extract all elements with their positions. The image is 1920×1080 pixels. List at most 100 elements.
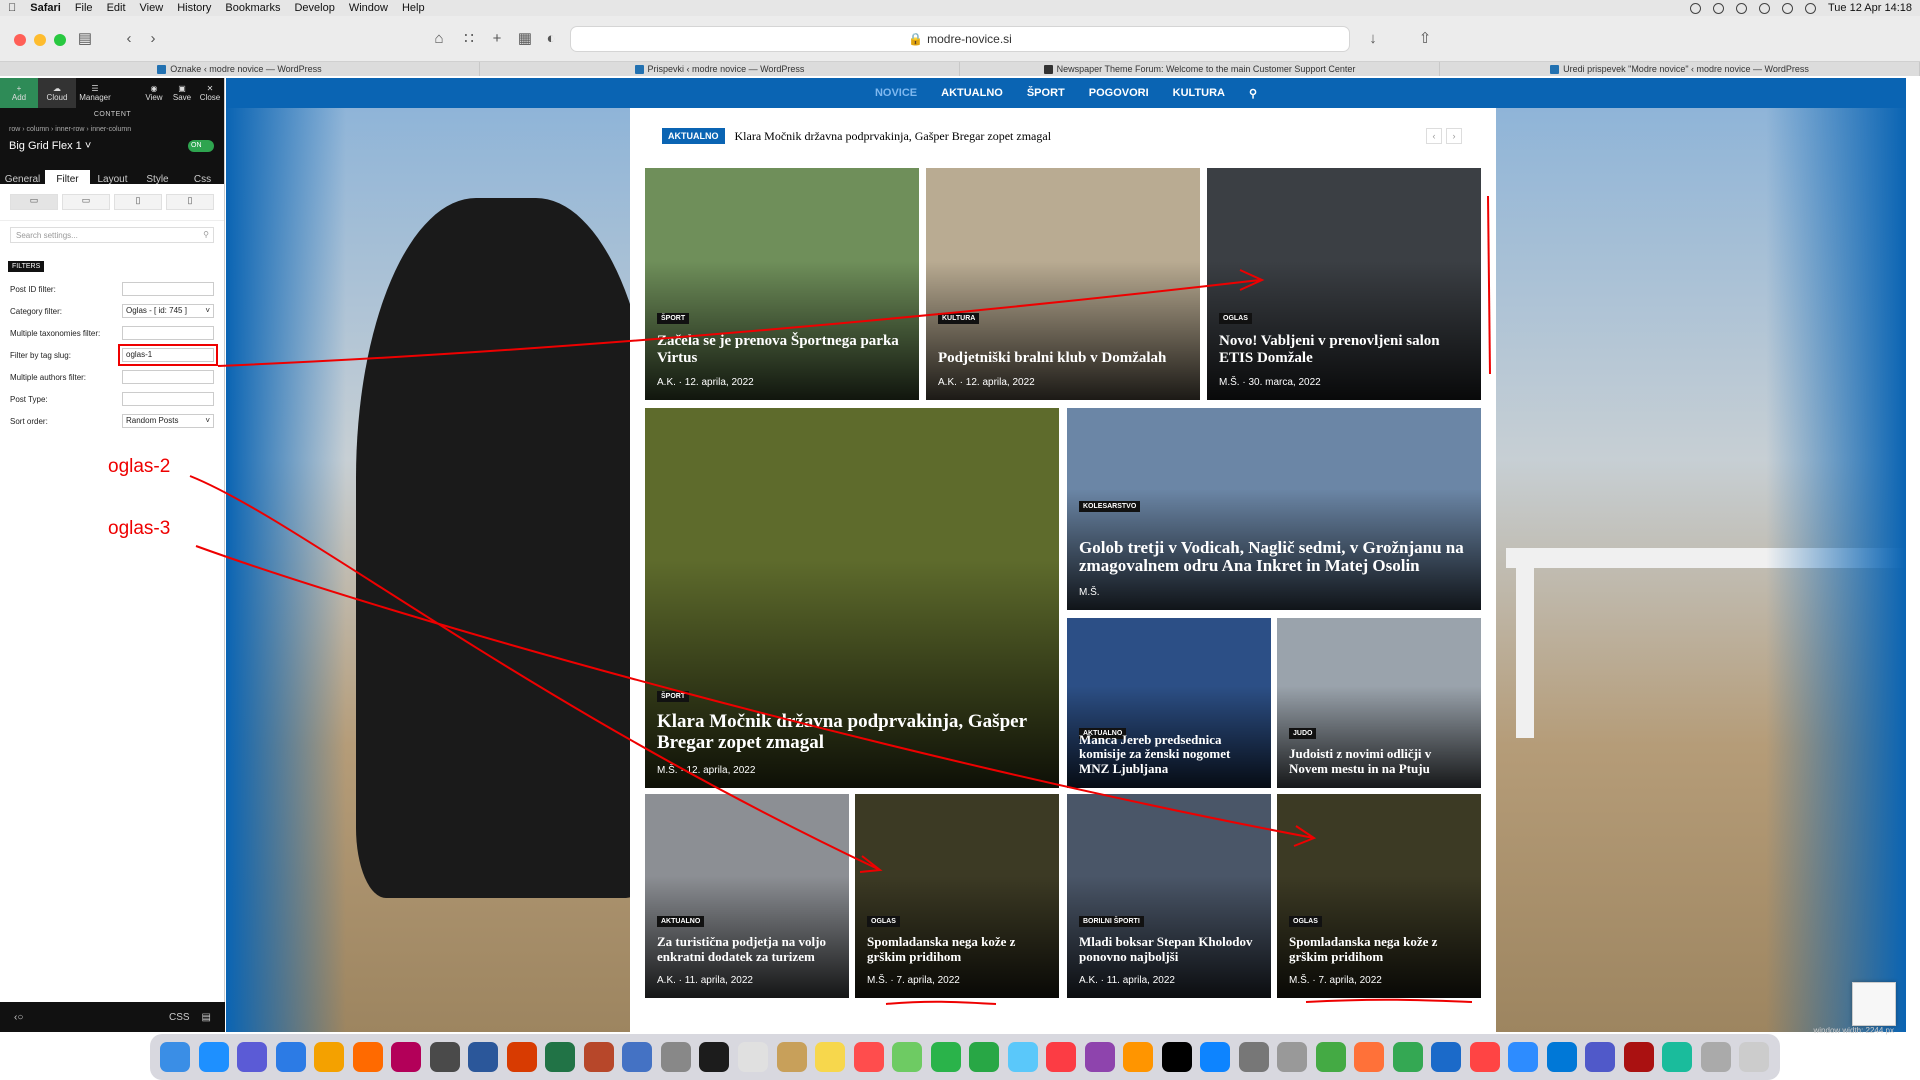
bluetooth-icon[interactable] [1759,2,1770,14]
tab-prispevki[interactable]: Prispevki ‹ modre novice — WordPress [480,62,960,76]
dock-app-icon[interactable] [275,1042,306,1072]
dock-app-icon[interactable] [622,1042,653,1072]
dock-app-icon[interactable] [1161,1042,1192,1072]
tab-oznake[interactable]: Oznake ‹ modre novice — WordPress [0,62,480,76]
panel-icon[interactable]: ▤ [202,1012,211,1023]
new-tab-icon[interactable]: + [486,28,508,50]
status-icon[interactable] [1736,2,1747,14]
tab-overview-icon[interactable]: ▦ [514,28,536,50]
dock-app-icon[interactable] [1354,1042,1385,1072]
dock-app-icon[interactable] [853,1042,884,1072]
menu-window[interactable]: Window [349,2,388,14]
wifi-icon[interactable] [1782,2,1793,14]
tablet-portrait-icon[interactable]: ▯ [114,194,162,210]
ticker-next-button[interactable]: › [1446,128,1462,144]
tab-uredi[interactable]: Uredi prispevek "Modre novice" ‹ modre n… [1440,62,1920,76]
grid-card[interactable]: AKTUALNO Za turistična podjetja na voljo… [645,794,849,998]
card-title[interactable]: Začela se je prenova Športnega parka Vir… [657,333,909,366]
tablet-landscape-icon[interactable]: ▭ [62,194,110,210]
dock-app-icon[interactable] [429,1042,460,1072]
dock-app-icon[interactable] [391,1042,422,1072]
apple-icon[interactable]:  [8,2,16,14]
view-button[interactable]: ◉ View [140,78,168,108]
download-icon[interactable]: ↓ [1362,28,1384,50]
desktop-icon[interactable]: ▭ [10,194,58,210]
nav-kultura[interactable]: KULTURA [1173,87,1225,99]
menu-help[interactable]: Help [402,2,425,14]
grid-card[interactable]: BORILNI ŠPORTI Mladi boksar Stepan Kholo… [1067,794,1271,998]
dock-app-icon[interactable] [660,1042,691,1072]
dock-app-icon[interactable] [1084,1042,1115,1072]
cloud-button[interactable]: ☁ Cloud [38,78,76,108]
dock-app-icon[interactable] [198,1042,229,1072]
dock-app-icon[interactable] [969,1042,1000,1072]
grid-card[interactable]: KOLESARSTVO Golob tretji v Vodicah, Nagl… [1067,408,1481,610]
dock-app-icon[interactable] [1585,1042,1616,1072]
grid-card[interactable]: OGLAS Spomladanska nega kože z grškim pr… [1277,794,1481,998]
block-toggle[interactable]: ON [188,140,214,152]
dock-app-icon[interactable] [737,1042,768,1072]
card-title[interactable]: Spomladanska nega kože z grškim pridihom [1289,935,1471,964]
card-category[interactable]: OGLAS [1289,915,1322,927]
dock-app-icon[interactable] [1046,1042,1077,1072]
card-category[interactable]: KULTURA [938,313,980,324]
tab-forum[interactable]: Newspaper Theme Forum: Welcome to the ma… [960,62,1440,76]
dock-app-icon[interactable] [1508,1042,1539,1072]
search-icon[interactable]: ⚲ [1249,87,1257,100]
recaptcha-badge[interactable] [1852,982,1896,1026]
manager-button[interactable]: ☰ Manager [76,78,114,108]
dock-app-icon[interactable] [1315,1042,1346,1072]
tag-slug-filter-input[interactable]: oglas-1 [118,344,218,366]
sidebar-icon[interactable]: ▤ [74,28,96,50]
card-category[interactable]: KOLESARSTVO [1079,501,1141,513]
grid-card[interactable]: JUDO Judoisti z novimi odličji v Novem m… [1277,618,1481,788]
circle-icon[interactable]: ○ [17,1012,23,1023]
menu-develop[interactable]: Develop [294,2,334,14]
grid-card[interactable]: ŠPORT Klara Močnik državna podprvakinja,… [645,408,1059,788]
dock-app-icon[interactable] [1238,1042,1269,1072]
nav-sport[interactable]: ŠPORT [1027,87,1065,99]
taxonomies-filter-input[interactable] [122,326,214,340]
shield-icon[interactable]: ◐ [540,28,562,50]
grid-card[interactable]: ŠPORT Začela se je prenova Športnega par… [645,168,919,400]
phone-icon[interactable]: ▯ [166,194,214,210]
dock-app-icon[interactable] [1662,1042,1693,1072]
add-button[interactable]: + Add [0,78,38,108]
nav-novice[interactable]: NOVICE [875,87,917,99]
close-button[interactable]: ✕ Close [196,78,224,108]
tab-general[interactable]: General [0,170,45,189]
dock-app-icon[interactable] [352,1042,383,1072]
dock-app-icon[interactable] [160,1042,191,1072]
post-type-input[interactable] [122,392,214,406]
sort-order-select[interactable]: Random Posts ˅ [122,414,214,428]
card-category[interactable]: ŠPORT [657,691,690,703]
card-category[interactable]: OGLAS [1219,313,1252,324]
dock-app-icon[interactable] [468,1042,499,1072]
card-title[interactable]: Golob tretji v Vodicah, Naglič sedmi, v … [1079,538,1471,576]
nav-pogovori[interactable]: POGOVORI [1089,87,1149,99]
status-icon[interactable] [1713,2,1724,14]
dock-app-icon[interactable] [892,1042,923,1072]
tab-layout[interactable]: Layout [90,170,135,189]
share-icon[interactable]: ⇧ [1414,28,1436,50]
back-icon[interactable]: ‹ [118,28,140,50]
home-icon[interactable]: ⌂ [428,28,450,50]
dock-app-icon[interactable] [237,1042,268,1072]
forward-icon[interactable]: › [142,28,164,50]
grid-icon[interactable]: ∷ [458,28,480,50]
menu-edit[interactable]: Edit [107,2,126,14]
block-title[interactable]: Big Grid Flex 1 ˅ [9,140,91,152]
dock-app-icon[interactable] [1392,1042,1423,1072]
settings-search-input[interactable]: Search settings... ⚲ [10,227,214,243]
menu-file[interactable]: File [75,2,93,14]
ticker-prev-button[interactable]: ‹ [1426,128,1442,144]
dock-app-icon[interactable] [506,1042,537,1072]
grid-card[interactable]: KULTURA Podjetniški bralni klub v Domžal… [926,168,1200,400]
menu-view[interactable]: View [140,2,164,14]
save-button[interactable]: ▣ Save [168,78,196,108]
ticker-headline[interactable]: Klara Močnik državna podprvakinja, Gašpe… [735,129,1052,144]
grid-card[interactable]: OGLAS Novo! Vabljeni v prenovljeni salon… [1207,168,1481,400]
post-id-filter-input[interactable] [122,282,214,296]
status-icon[interactable] [1690,2,1701,14]
close-window-button[interactable] [14,34,26,46]
